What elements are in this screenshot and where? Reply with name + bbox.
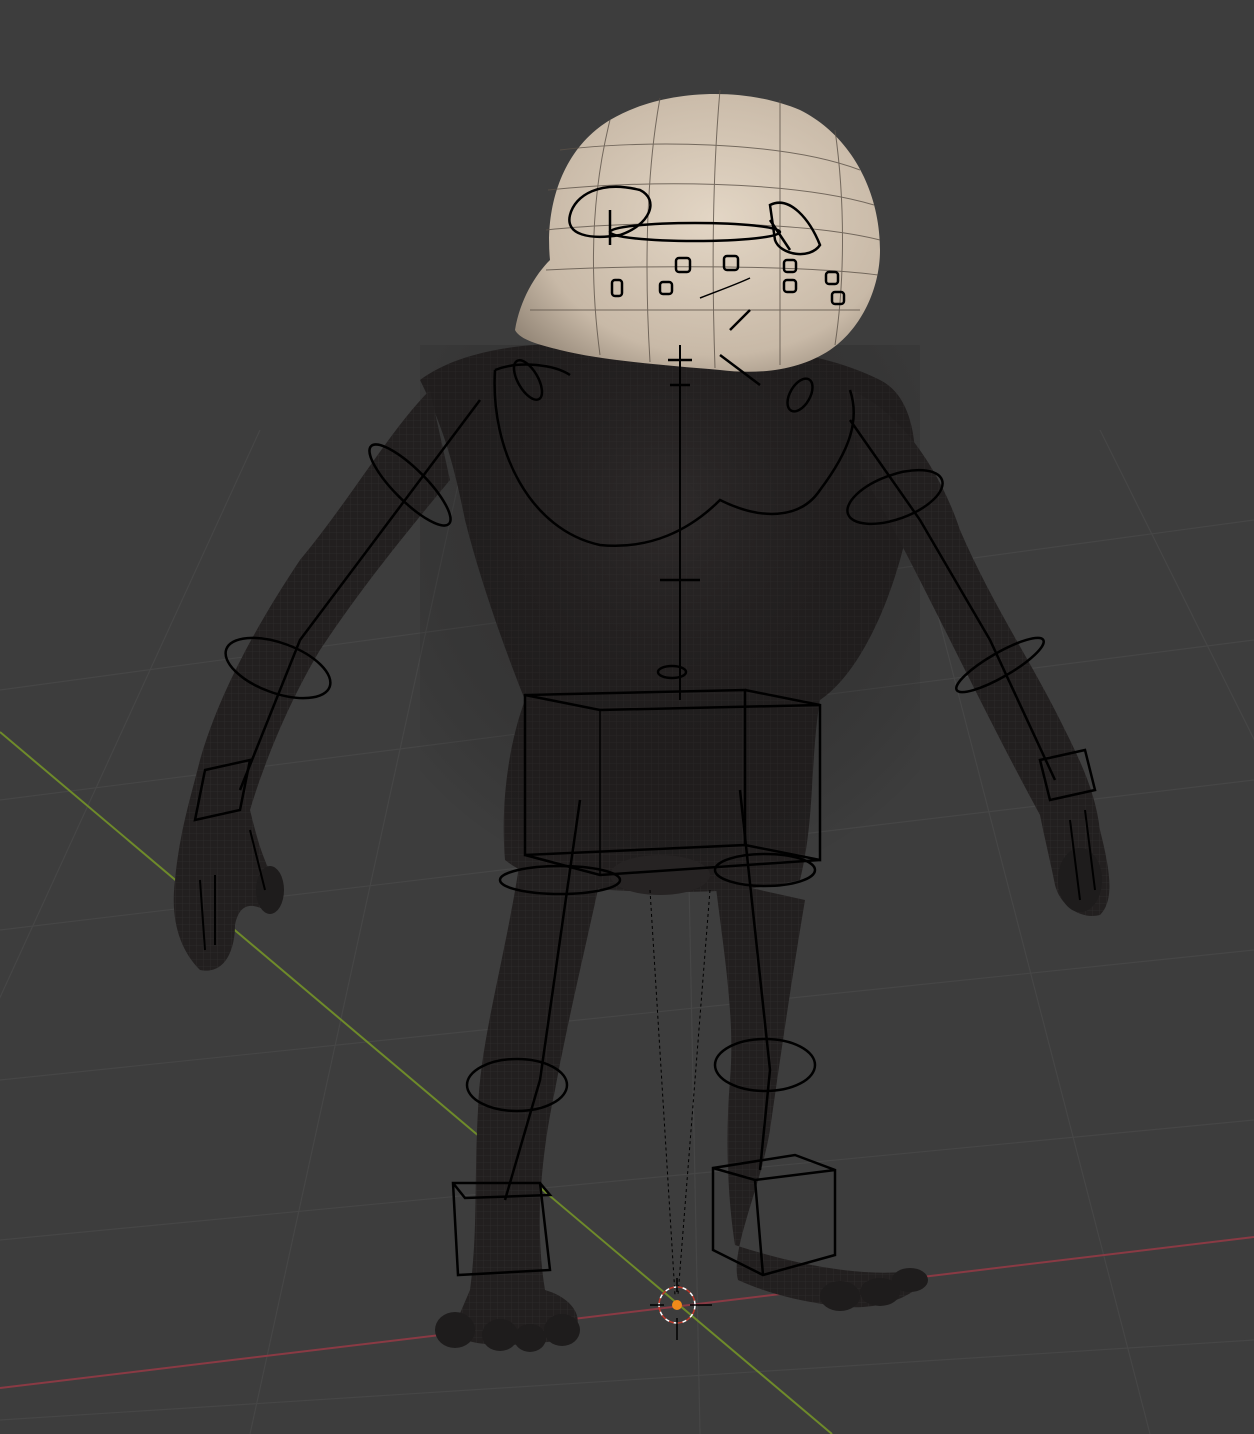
3d-viewport[interactable] [0,0,1254,1434]
viewport-canvas[interactable] [0,0,1254,1434]
x-axis-line [0,1236,1254,1389]
character-body-mesh[interactable] [173,342,1110,1352]
character-head-mesh[interactable] [515,89,881,372]
object-origin-dot [672,1300,682,1310]
